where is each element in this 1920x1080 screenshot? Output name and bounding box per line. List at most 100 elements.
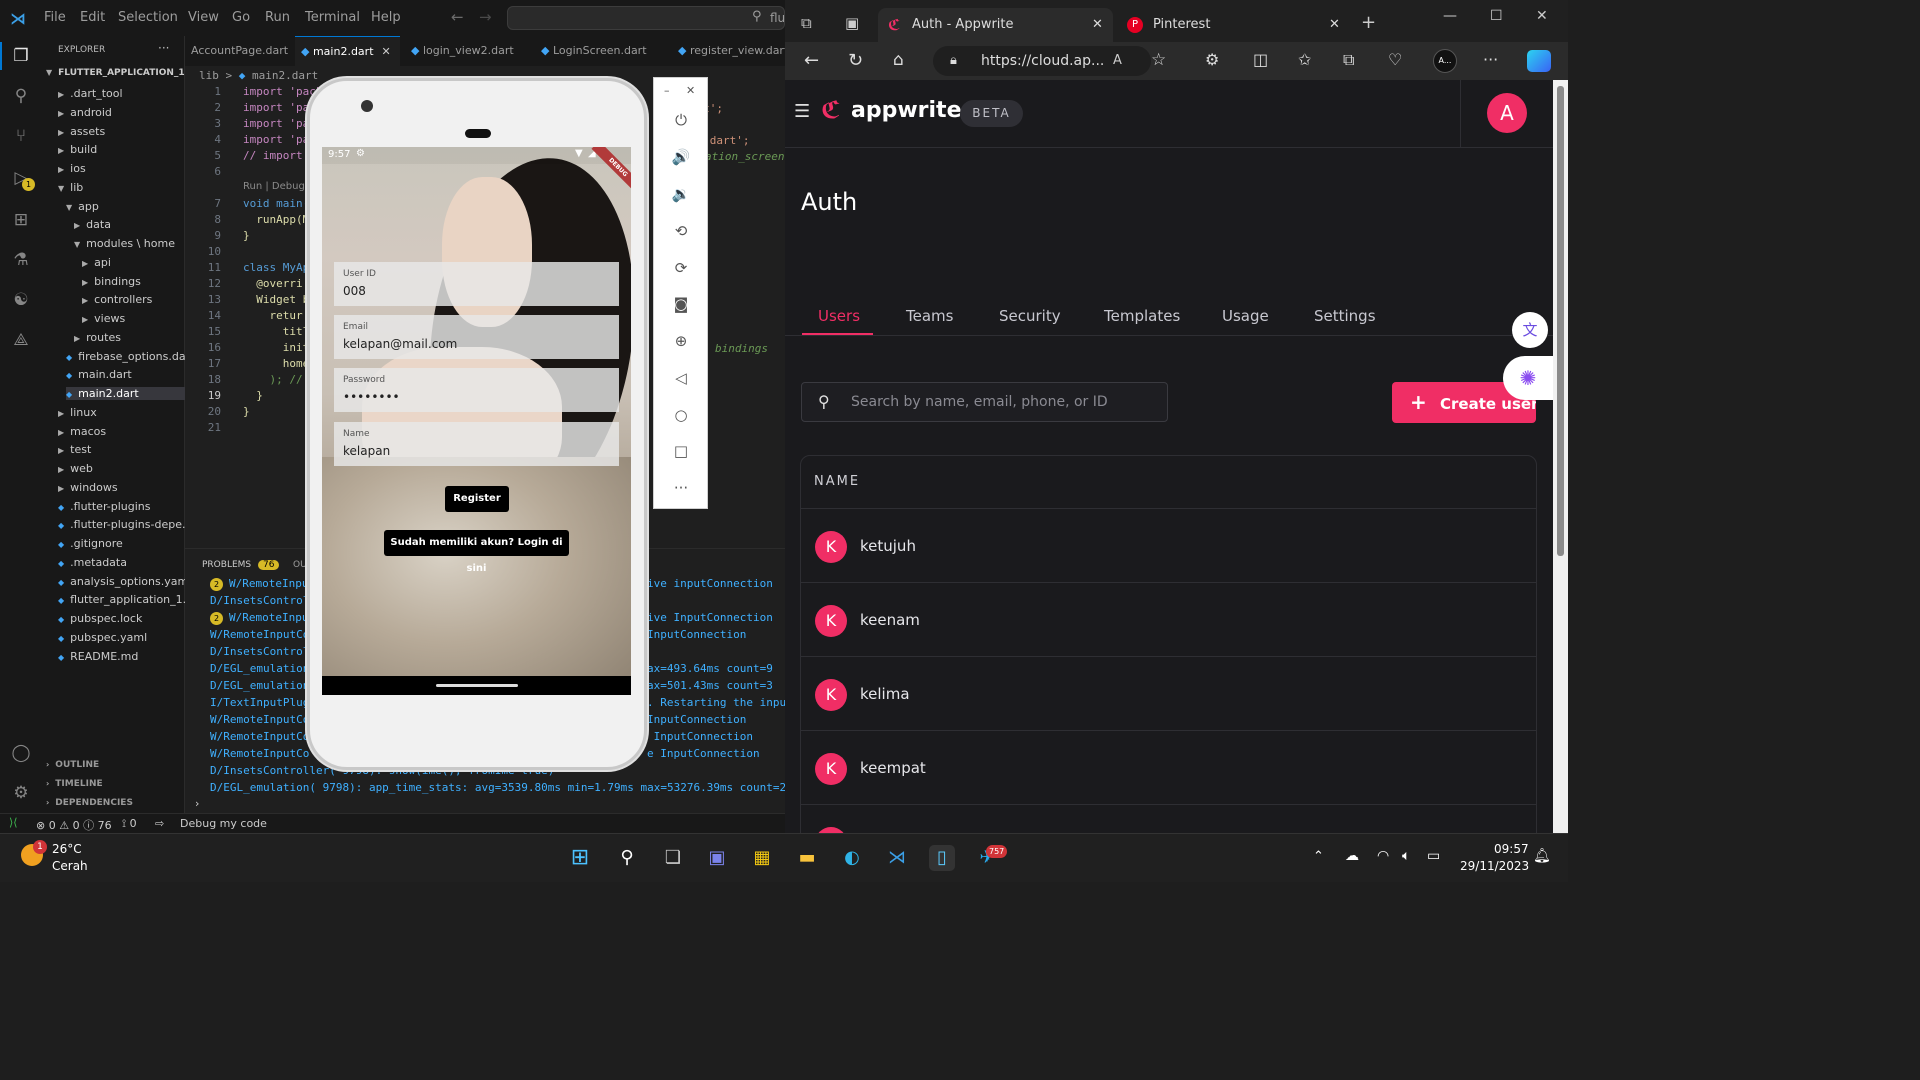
- tab-pinterest[interactable]: P Pinterest ✕: [1119, 8, 1347, 42]
- explorer-item[interactable]: ▶ ios: [58, 162, 86, 175]
- email-field[interactable]: Email kelapan@mail.com: [334, 315, 619, 359]
- login-link-button[interactable]: Sudah memiliki akun? Login di sini: [384, 530, 569, 574]
- ports-status[interactable]: ⟟ 0: [122, 817, 137, 831]
- problems-tab[interactable]: PROBLEMS 76: [202, 560, 280, 570]
- testing-icon[interactable]: ⚗: [9, 248, 33, 272]
- volume-icon[interactable]: 🔈︎: [1402, 848, 1410, 864]
- split-screen-icon[interactable]: ◫: [1253, 50, 1268, 69]
- remote-icon[interactable]: ⟩⟨: [9, 816, 18, 829]
- search-input[interactable]: ⚲ Search by name, email, phone, or ID: [801, 382, 1168, 422]
- favorite-star-icon[interactable]: ☆: [1151, 50, 1166, 70]
- explorer-section[interactable]: › DEPENDENCIES: [46, 798, 133, 808]
- explorer-section[interactable]: › OUTLINE: [46, 760, 99, 770]
- tab-register-view[interactable]: ◆ register_view.dart: [672, 36, 792, 66]
- favorites-icon[interactable]: ✩: [1298, 50, 1311, 69]
- scrollbar[interactable]: [1553, 80, 1568, 833]
- menu-edit[interactable]: Edit: [80, 10, 105, 25]
- table-row[interactable]: Kkeempat: [801, 730, 1536, 804]
- explorer-item[interactable]: ▶ bindings: [82, 275, 141, 288]
- close-icon[interactable]: ✕: [1092, 8, 1103, 42]
- minimize-icon[interactable]: —: [1443, 8, 1457, 24]
- search-icon[interactable]: ⚲: [614, 845, 640, 871]
- extensions-icon[interactable]: ⊞: [9, 208, 33, 232]
- volume-up-icon[interactable]: 🔊: [669, 145, 693, 169]
- read-aloud-icon[interactable]: A: [1113, 46, 1122, 76]
- collections-icon[interactable]: ⧉: [1343, 50, 1354, 70]
- explorer-item[interactable]: ◆ firebase_options.dart: [66, 350, 194, 363]
- zoom-icon[interactable]: ⊕: [669, 329, 693, 353]
- maximize-icon[interactable]: ☐: [1490, 8, 1503, 24]
- explorer-item[interactable]: ▶ macos: [58, 425, 106, 438]
- tab-templates[interactable]: Templates: [1104, 307, 1180, 325]
- explorer-item[interactable]: ▶ routes: [74, 331, 121, 344]
- clock-time[interactable]: 09:57: [1494, 842, 1529, 856]
- explorer-item[interactable]: ▶ build: [58, 143, 97, 156]
- back-arrow-icon[interactable]: ←: [804, 50, 819, 71]
- explorer-section[interactable]: › TIMELINE: [46, 779, 103, 789]
- explorer-item[interactable]: ◆ pubspec.yaml: [58, 631, 147, 644]
- project-root[interactable]: ▼ FLUTTER_APPLICATION_1: [46, 68, 185, 78]
- remote-explorer-icon[interactable]: ⟁: [9, 328, 33, 352]
- new-tab-icon[interactable]: +: [1361, 12, 1376, 33]
- tab-accountpage[interactable]: AccountPage.dart: [185, 36, 293, 66]
- chevron-right-icon[interactable]: ›: [195, 797, 199, 810]
- tab-usage[interactable]: Usage: [1222, 307, 1269, 325]
- more-actions-icon[interactable]: ···: [158, 41, 169, 55]
- table-row[interactable]: Kkelima: [801, 656, 1536, 730]
- menu-file[interactable]: File: [44, 10, 66, 25]
- user-name[interactable]: keenam: [860, 611, 920, 629]
- explorer-item[interactable]: ▼ modules \ home: [74, 237, 175, 250]
- table-row[interactable]: Kketujuh: [801, 508, 1536, 582]
- camera-icon[interactable]: ◙: [669, 292, 693, 316]
- vscode-taskbar-icon[interactable]: ⋊: [884, 845, 910, 871]
- explorer-item[interactable]: ▶ android: [58, 106, 112, 119]
- wifi-icon[interactable]: ◠: [1377, 848, 1389, 864]
- menu-selection[interactable]: Selection: [118, 10, 178, 25]
- hamburger-menu-icon[interactable]: ☰: [794, 101, 810, 122]
- browser-essentials-icon[interactable]: ♡: [1388, 50, 1402, 69]
- codelens[interactable]: Run | Debug: [243, 181, 305, 192]
- weather-desc[interactable]: Cerah: [52, 859, 88, 873]
- name-field[interactable]: Name kelapan: [334, 422, 619, 466]
- tab-auth-appwrite[interactable]: ℭ Auth - Appwrite ✕: [878, 8, 1113, 42]
- explorer-item[interactable]: ◆ main.dart: [66, 368, 132, 381]
- output-tab[interactable]: OU: [293, 560, 307, 570]
- rotate-right-icon[interactable]: ⟳: [669, 256, 693, 280]
- menu-run[interactable]: Run: [265, 10, 290, 25]
- close-icon[interactable]: ✕: [1329, 8, 1340, 42]
- url-field[interactable]: 🔒︎ https://cloud.ap... A: [933, 46, 1151, 76]
- chevron-up-icon[interactable]: ⌃: [1313, 849, 1324, 864]
- store-icon[interactable]: ▦: [749, 845, 775, 871]
- translate-icon[interactable]: 文: [1512, 312, 1548, 348]
- emulator-taskbar-icon[interactable]: ▯: [929, 845, 955, 871]
- weather-temp[interactable]: 26°C: [52, 842, 82, 856]
- tab-settings[interactable]: Settings: [1314, 307, 1376, 325]
- more-icon[interactable]: ···: [669, 476, 693, 500]
- overview-square-icon[interactable]: □: [669, 439, 693, 463]
- explorer-item[interactable]: ▶ api: [82, 256, 111, 269]
- explorer-item[interactable]: ◆ analysis_options.yaml: [58, 575, 191, 588]
- teams-chat-icon[interactable]: ▣: [704, 845, 730, 871]
- extensions-icon[interactable]: ⚙: [1205, 50, 1219, 69]
- home-indicator[interactable]: [436, 684, 518, 687]
- menu-help[interactable]: Help: [371, 10, 401, 25]
- explorer-item[interactable]: ▶ windows: [58, 481, 118, 494]
- debug-config[interactable]: Debug my code: [180, 817, 267, 830]
- account-icon[interactable]: ◯: [9, 741, 33, 765]
- brand-name[interactable]: appwrite: [851, 98, 962, 123]
- account-avatar[interactable]: A: [1487, 93, 1527, 133]
- tab-login-view2[interactable]: ◆ login_view2.dart: [405, 36, 525, 66]
- tab-teams[interactable]: Teams: [906, 307, 953, 325]
- explorer-item[interactable]: ▶ linux: [58, 406, 97, 419]
- gear-icon[interactable]: ⚙: [9, 781, 33, 805]
- explorer-item[interactable]: ▶ test: [58, 443, 91, 456]
- explorer-item[interactable]: ▶ .dart_tool: [58, 87, 123, 100]
- explorer-item[interactable]: ▶ data: [74, 218, 111, 231]
- workspaces-icon[interactable]: ⧉: [801, 14, 812, 32]
- explorer-item[interactable]: ◆ main2.dart: [66, 387, 185, 400]
- explorer-item[interactable]: ◆ flutter_application_1.i...: [58, 593, 200, 606]
- more-icon[interactable]: ···: [1483, 50, 1498, 69]
- battery-icon[interactable]: ▭: [1427, 848, 1440, 864]
- user-name[interactable]: kelima: [860, 685, 910, 703]
- edge-browser-icon[interactable]: ◐: [839, 845, 865, 871]
